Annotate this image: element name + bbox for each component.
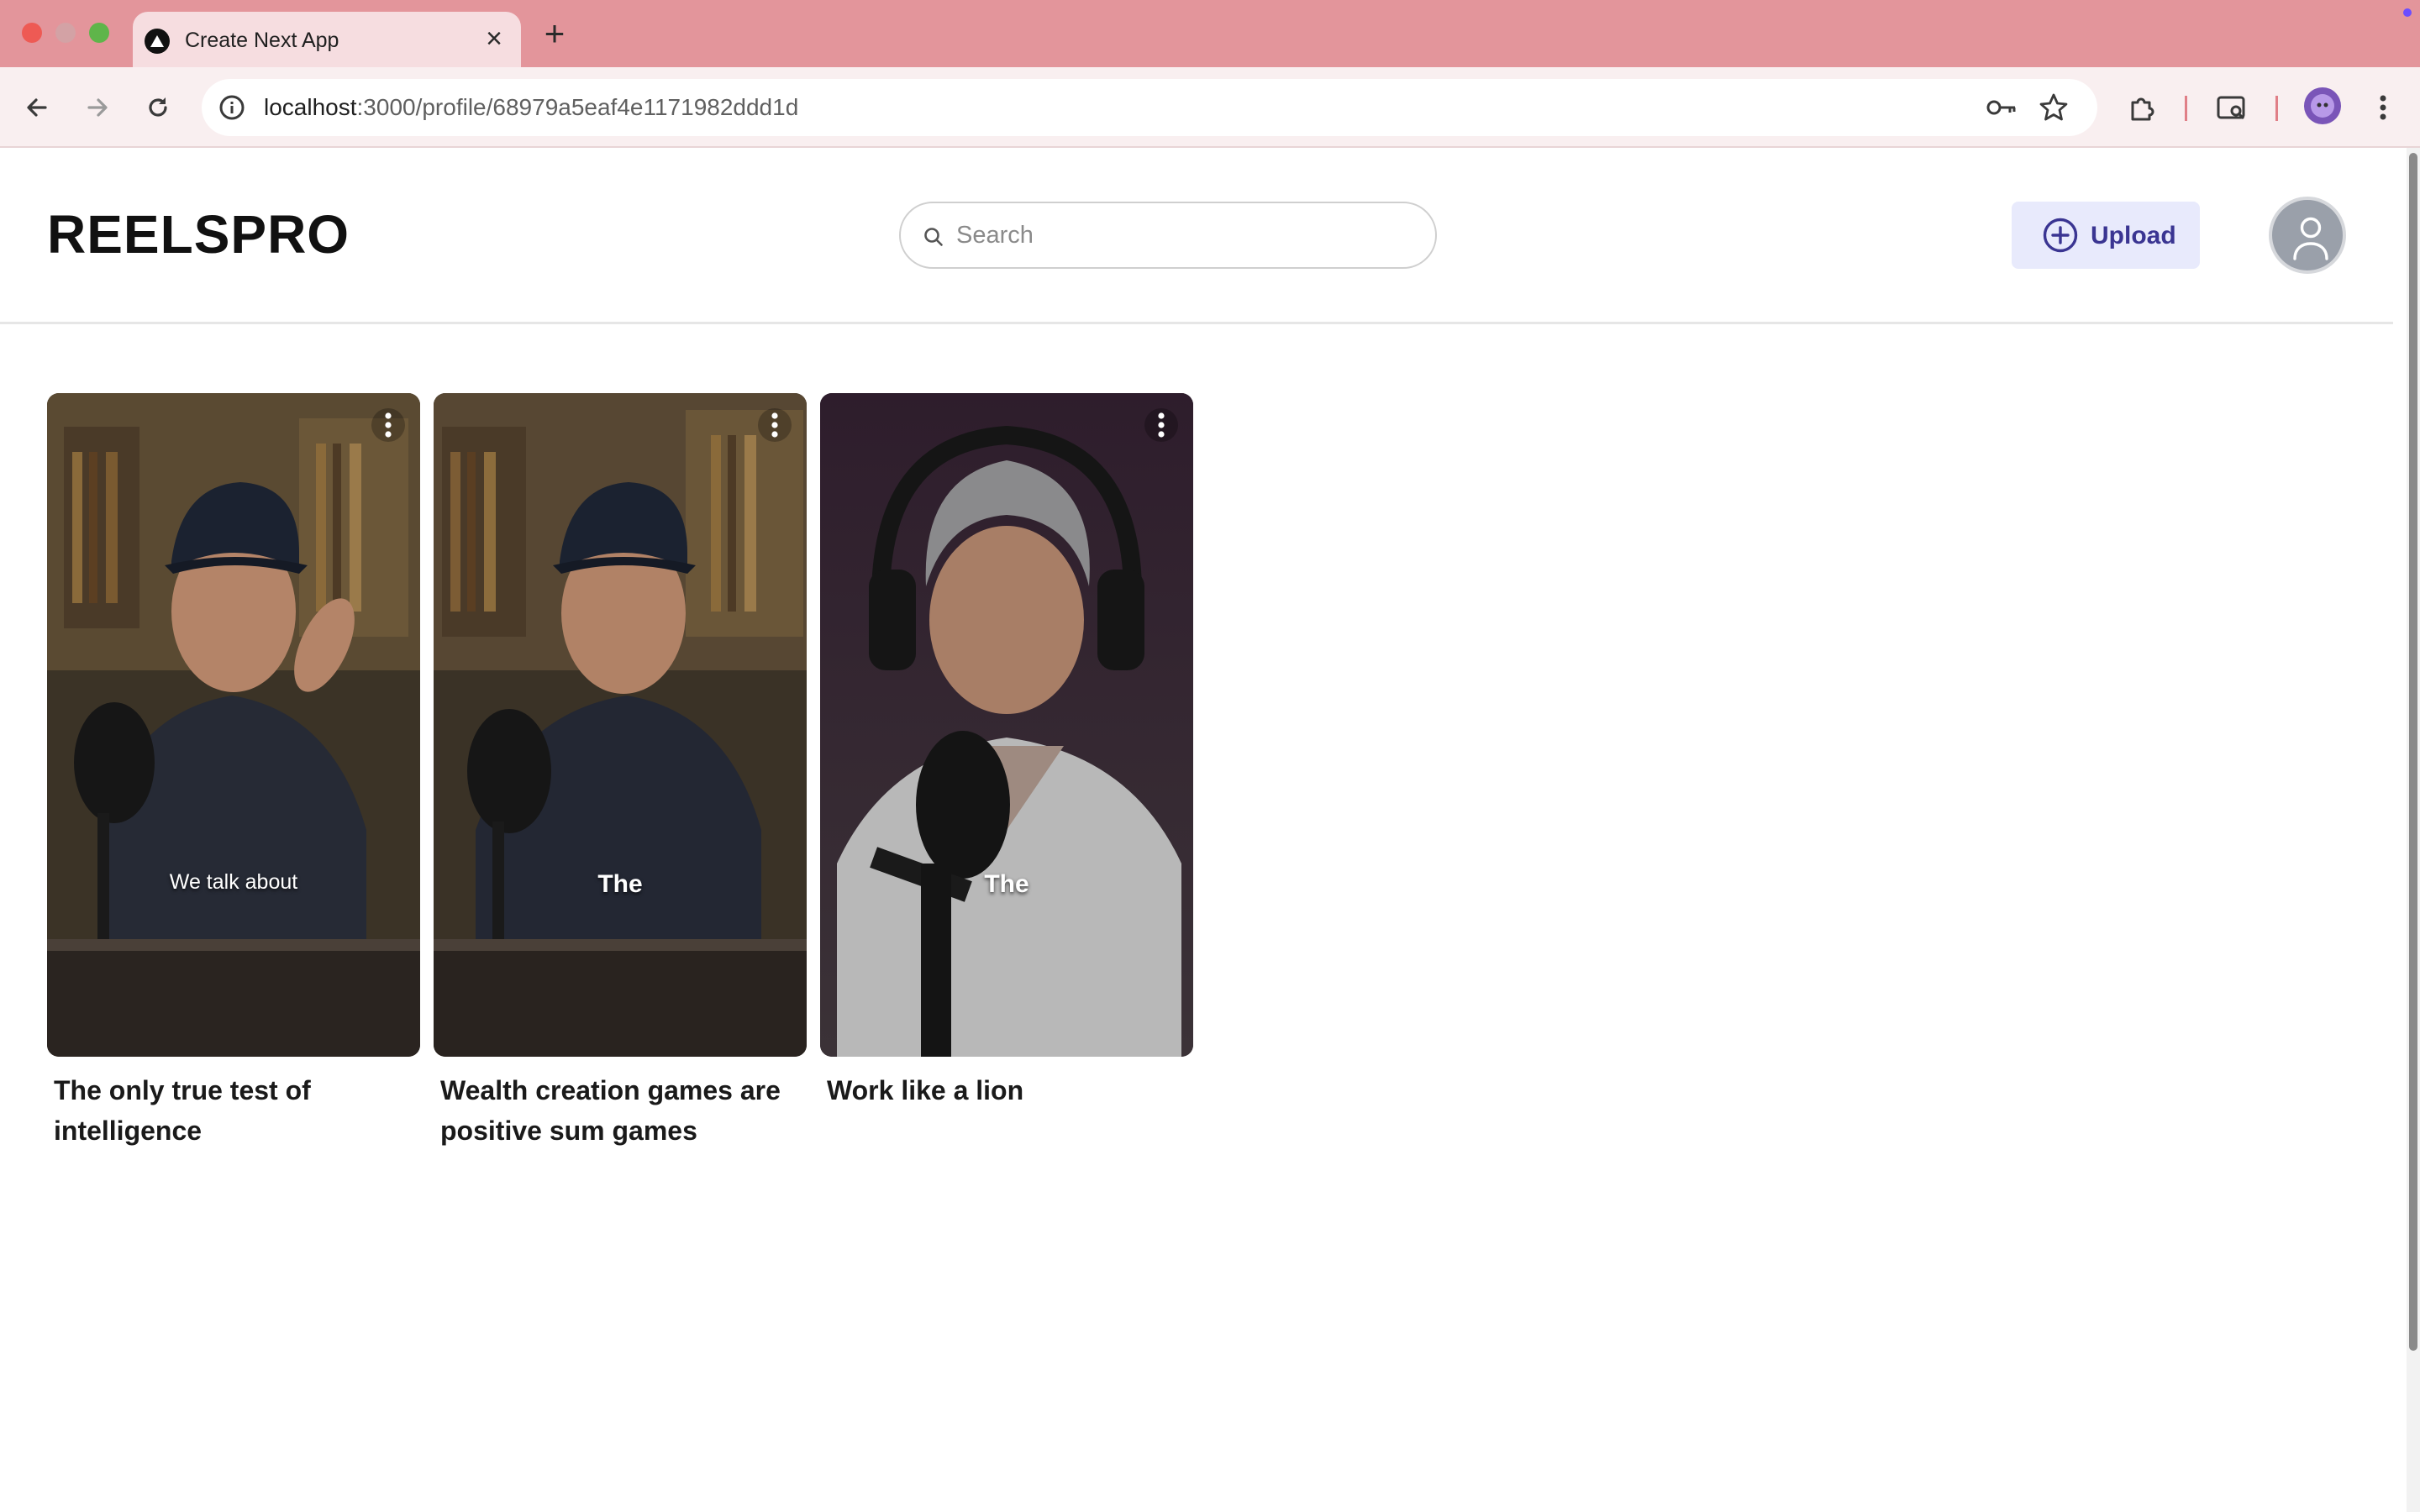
password-key-icon[interactable] [1985, 92, 2016, 123]
scrollbar-thumb[interactable] [2409, 153, 2417, 1351]
more-vertical-icon[interactable] [758, 408, 792, 442]
more-menu-icon[interactable] [2365, 89, 2402, 126]
forward-icon[interactable] [77, 87, 118, 128]
extensions-icon[interactable] [2123, 89, 2160, 126]
notification-dot [2403, 8, 2412, 17]
site-header: REELSPRO Upload [0, 148, 2393, 324]
video-frame-image [434, 393, 807, 1057]
tab-title: Create Next App [185, 29, 339, 52]
address-bar[interactable]: localhost:3000/profile/68979a5eaf4e11719… [202, 79, 2097, 136]
video-frame-image [47, 393, 420, 1057]
user-icon [2293, 217, 2328, 260]
url-text: localhost:3000/profile/68979a5eaf4e11719… [264, 94, 798, 121]
video-thumbnail[interactable]: We talk about [47, 393, 420, 1057]
page-scrollbar[interactable] [2407, 148, 2420, 1512]
search-input[interactable] [956, 215, 1418, 255]
close-window-button[interactable] [22, 23, 42, 43]
video-title[interactable]: The only true test of intelligence [54, 1070, 415, 1151]
browser-toolbar: localhost:3000/profile/68979a5eaf4e11719… [0, 67, 2420, 148]
nextjs-favicon-icon [145, 29, 170, 54]
search-box[interactable] [899, 202, 1437, 269]
video-frame-image [820, 393, 1193, 1057]
url-path: :3000/profile/68979a5eaf4e1171982ddd1d [356, 94, 799, 120]
url-host: localhost [264, 94, 357, 120]
tab-close-icon[interactable]: × [479, 24, 509, 54]
new-tab-button[interactable]: + [538, 15, 571, 52]
video-caption: The [597, 870, 643, 898]
site-info-icon[interactable] [217, 92, 247, 123]
search-icon [924, 228, 943, 246]
toolbar-separator [2275, 96, 2278, 121]
plus-circle-icon [2043, 218, 2078, 253]
page-content: REELSPRO Upload [0, 148, 2407, 1512]
minimize-window-button[interactable] [55, 23, 76, 43]
more-vertical-icon[interactable] [1144, 408, 1178, 442]
more-vertical-icon[interactable] [371, 408, 405, 442]
site-logo[interactable]: REELSPRO [47, 203, 350, 265]
back-icon[interactable] [17, 87, 57, 128]
upload-button[interactable]: Upload [2012, 202, 2200, 269]
maximize-window-button[interactable] [89, 23, 109, 43]
video-title[interactable]: Work like a lion [827, 1070, 1188, 1110]
browser-tab[interactable]: Create Next App × [133, 12, 521, 67]
video-thumbnail[interactable]: The [820, 393, 1193, 1057]
user-avatar[interactable] [2269, 197, 2346, 274]
toolbar-separator [2185, 96, 2187, 121]
video-caption: The [984, 870, 1029, 898]
video-thumbnail[interactable]: The [434, 393, 807, 1057]
tab-search-icon[interactable] [2213, 89, 2250, 126]
upload-label: Upload [2091, 222, 2176, 249]
profile-icon[interactable] [2304, 87, 2341, 124]
browser-tab-bar: Create Next App × + [0, 0, 2420, 67]
reload-icon[interactable] [138, 87, 178, 128]
video-caption: We talk about [169, 870, 298, 894]
bookmark-star-icon[interactable] [2039, 92, 2069, 123]
video-title[interactable]: Wealth creation games are positive sum g… [440, 1070, 802, 1151]
